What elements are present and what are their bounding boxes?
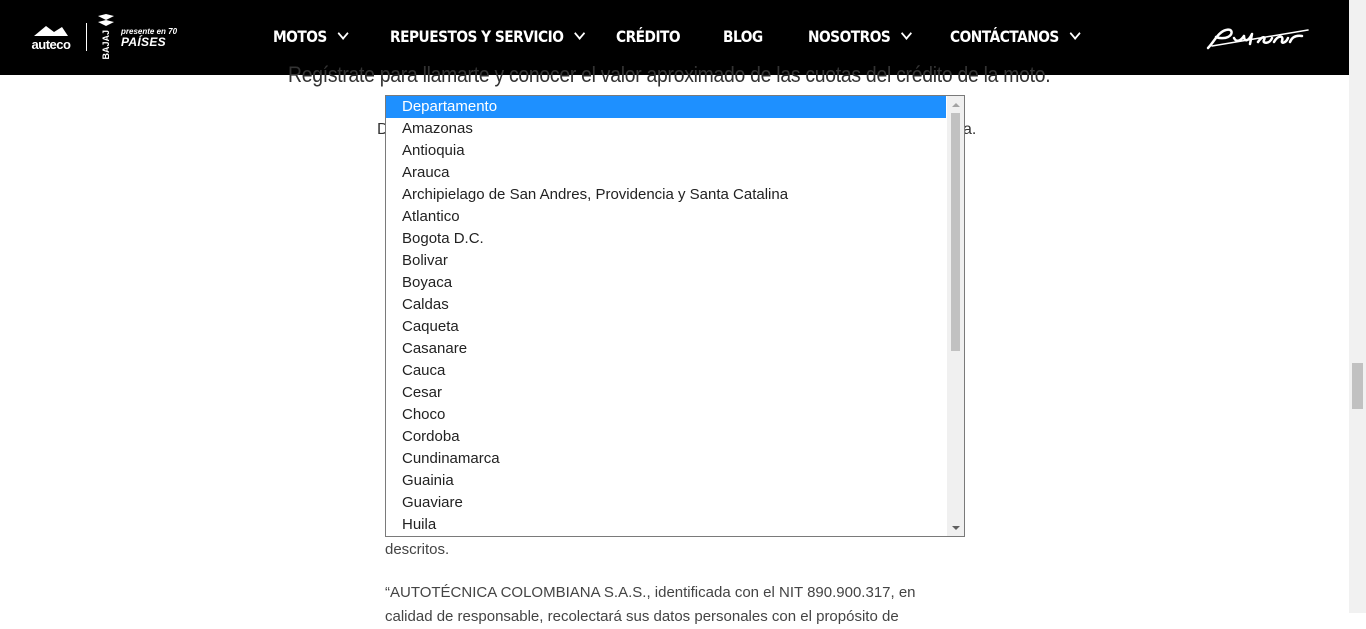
option-guainia[interactable]: Guainia	[386, 470, 946, 492]
page-scrollbar[interactable]	[1349, 0, 1366, 613]
privacy-notice-text: “AUTOTÉCNICA COLOMBIANA S.A.S., identifi…	[385, 584, 916, 625]
nav-label: NOSOTROS	[808, 27, 891, 46]
option-bogota[interactable]: Bogota D.C.	[386, 228, 946, 250]
department-dropdown-list[interactable]: Departamento Amazonas Antioquia Arauca A…	[385, 95, 965, 537]
page-heading: Regístrate para llamarte y conocer el va…	[288, 62, 1051, 87]
intro-text-end: a.	[963, 121, 977, 138]
nav-blog[interactable]: BLOG	[723, 27, 763, 46]
nav-label: CONTÁCTANOS	[950, 27, 1059, 46]
option-san-andres[interactable]: Archipielago de San Andres, Providencia …	[386, 184, 946, 206]
option-caqueta[interactable]: Caqueta	[386, 316, 946, 338]
option-huila[interactable]: Huila	[386, 514, 946, 536]
scroll-up-arrow-icon[interactable]	[947, 96, 964, 113]
nav-motos[interactable]: MOTOS	[273, 27, 349, 46]
nav-label: MOTOS	[273, 27, 327, 46]
auteco-logo[interactable]: auteco	[28, 24, 74, 51]
chevron-down-icon	[1069, 27, 1081, 40]
nav-contactanos[interactable]: CONTÁCTANOS	[950, 27, 1081, 46]
option-antioquia[interactable]: Antioquia	[386, 140, 946, 162]
bajaj-emblem-icon	[98, 14, 114, 27]
pulsar-wordmark-icon	[1206, 28, 1309, 50]
nav-label: BLOG	[723, 27, 763, 46]
department-options: Departamento Amazonas Antioquia Arauca A…	[386, 96, 946, 536]
option-cundinamarca[interactable]: Cundinamarca	[386, 448, 946, 470]
option-boyaca[interactable]: Boyaca	[386, 272, 946, 294]
dropdown-scrollbar[interactable]	[947, 96, 964, 536]
nav-nosotros[interactable]: NOSOTROS	[808, 27, 912, 46]
pulsar-logo[interactable]	[1204, 22, 1314, 57]
logo-divider	[86, 23, 87, 51]
chevron-down-icon	[900, 27, 912, 40]
auteco-wing-icon	[34, 25, 68, 36]
nav-label: CRÉDITO	[616, 27, 681, 46]
page-scrollbar-thumb[interactable]	[1352, 363, 1363, 409]
nav-repuestos-servicio[interactable]: REPUESTOS Y SERVICIO	[390, 27, 585, 46]
option-guaviare[interactable]: Guaviare	[386, 492, 946, 514]
countries-badge: presente en 70 PAÍSES	[121, 26, 177, 48]
option-amazonas[interactable]: Amazonas	[386, 118, 946, 140]
option-cauca[interactable]: Cauca	[386, 360, 946, 382]
dropdown-scrollbar-thumb[interactable]	[951, 113, 960, 351]
countries-line2: PAÍSES	[121, 35, 166, 49]
auteco-wordmark: auteco	[31, 36, 71, 52]
option-departamento[interactable]: Departamento	[386, 96, 946, 118]
nav-credito[interactable]: CRÉDITO	[616, 27, 681, 46]
option-arauca[interactable]: Arauca	[386, 162, 946, 184]
option-bolivar[interactable]: Bolivar	[386, 250, 946, 272]
bajaj-logo[interactable]: BAJAJ presente en 70 PAÍSES	[97, 14, 177, 60]
bajaj-wordmark: BAJAJ	[100, 30, 111, 60]
option-caldas[interactable]: Caldas	[386, 294, 946, 316]
option-casanare[interactable]: Casanare	[386, 338, 946, 360]
option-atlantico[interactable]: Atlantico	[386, 206, 946, 228]
privacy-text-end: descritos.	[385, 541, 450, 558]
brand-logos[interactable]: auteco BAJAJ presente en 70 PAÍSES	[28, 14, 177, 60]
option-cordoba[interactable]: Cordoba	[386, 426, 946, 448]
nav-label: REPUESTOS Y SERVICIO	[390, 27, 564, 46]
option-choco[interactable]: Choco	[386, 404, 946, 426]
scroll-down-arrow-icon[interactable]	[947, 519, 964, 536]
option-cesar[interactable]: Cesar	[386, 382, 946, 404]
bajaj-mark: BAJAJ	[97, 14, 115, 60]
chevron-down-icon	[573, 27, 585, 40]
chevron-down-icon	[337, 27, 349, 40]
